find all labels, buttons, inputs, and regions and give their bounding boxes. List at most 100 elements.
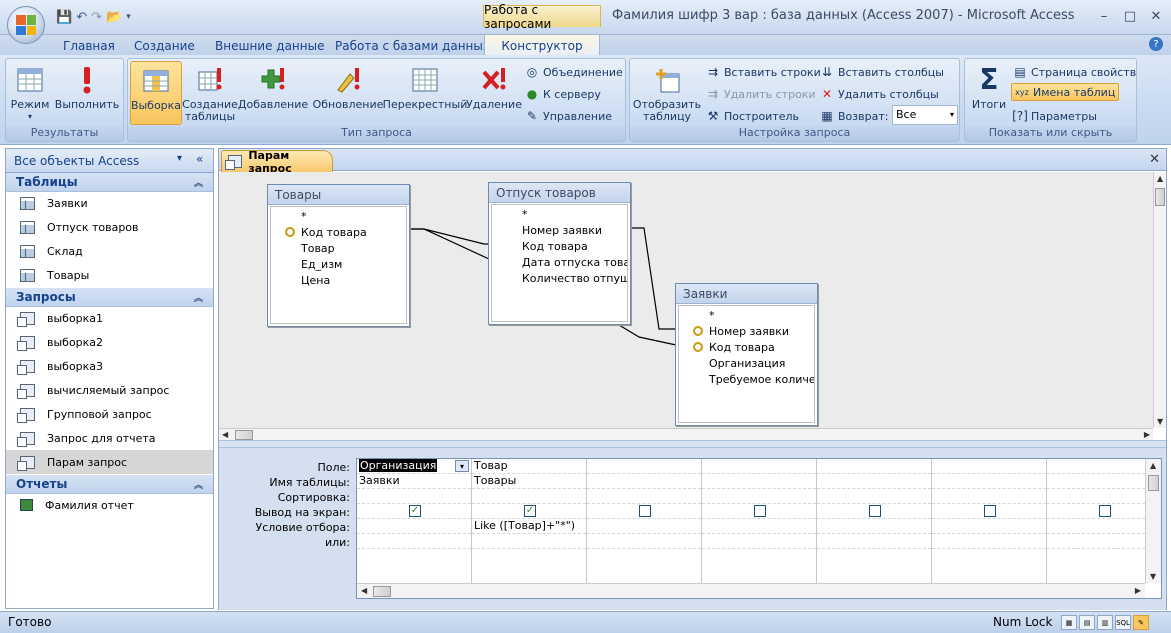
open-icon[interactable]: 📂 (106, 10, 122, 25)
office-button[interactable] (7, 6, 45, 44)
view-button[interactable]: Режим ▾ (10, 65, 50, 123)
help-icon[interactable]: ? (1149, 37, 1163, 51)
chevron-down-icon[interactable]: ▾ (455, 460, 469, 472)
scroll-down-icon[interactable]: ▼ (1150, 572, 1156, 581)
maximize-button[interactable]: □ (1117, 6, 1143, 26)
grid-cell-table[interactable] (587, 474, 701, 489)
nav-section-queries[interactable]: Запросы ︽ (6, 288, 213, 307)
pane-splitter[interactable] (219, 440, 1166, 448)
tab-home[interactable]: Главная (63, 37, 115, 55)
table-box-otpusk-tovarov[interactable]: Отпуск товаров * Номер заявки Код товара… (488, 182, 631, 325)
redo-icon[interactable]: ↷ (91, 10, 102, 25)
show-table-button[interactable]: Отобразить таблицу (633, 65, 701, 123)
nav-item-table[interactable]: Склад (6, 239, 213, 263)
nav-item-query[interactable]: Групповой запрос (6, 402, 213, 426)
field-item[interactable]: Требуемое количес (679, 371, 814, 387)
scroll-thumb[interactable] (1155, 188, 1165, 206)
table-box-title[interactable]: Товары (268, 185, 409, 205)
nav-section-reports[interactable]: Отчеты ︽ (6, 475, 213, 494)
nav-item-query[interactable]: выборка2 (6, 330, 213, 354)
tab-external-data[interactable]: Внешние данные (215, 37, 324, 55)
close-button[interactable]: ✕ (1143, 6, 1169, 26)
delete-rows-button[interactable]: ⇉ Удалить строки (706, 85, 816, 103)
grid-cell-criteria[interactable] (1047, 519, 1145, 534)
field-item[interactable]: Цена (271, 272, 406, 288)
grid-cell-show[interactable] (1047, 504, 1145, 519)
show-checkbox[interactable] (984, 505, 996, 517)
show-checkbox[interactable] (869, 505, 881, 517)
grid-cell-field[interactable] (817, 459, 931, 474)
grid-column[interactable] (932, 459, 1047, 583)
grid-cell-or[interactable] (1047, 534, 1145, 549)
nav-item-query-selected[interactable]: Парам запрос (6, 450, 213, 474)
design-view-icon[interactable]: ✎ (1133, 615, 1149, 630)
undo-icon[interactable]: ↶ (76, 10, 87, 25)
field-item[interactable]: Дата отпуска товара (492, 254, 627, 270)
grid-column[interactable] (1047, 459, 1145, 583)
customize-qat-icon[interactable]: ▾ (126, 12, 131, 22)
grid-cell-sort[interactable] (357, 489, 471, 504)
grid-cell-criteria[interactable] (702, 519, 816, 534)
make-table-button[interactable]: Создание таблицы (182, 65, 238, 123)
grid-cell-criteria[interactable] (357, 519, 471, 534)
nav-item-query[interactable]: выборка3 (6, 354, 213, 378)
tab-database-tools[interactable]: Работа с базами данных (335, 37, 490, 55)
grid-cell-table[interactable]: Товары (472, 474, 586, 489)
scroll-thumb[interactable] (373, 586, 391, 597)
return-select[interactable]: Все ▾ (892, 105, 958, 125)
grid-cell-table[interactable] (702, 474, 816, 489)
scroll-thumb[interactable] (235, 430, 253, 440)
nav-item-report[interactable]: Фамилия отчет (6, 493, 213, 517)
table-box-title[interactable]: Отпуск товаров (489, 183, 630, 203)
grid-cell-or[interactable] (932, 534, 1046, 549)
field-item[interactable]: * (271, 208, 406, 224)
grid-cell-or[interactable] (587, 534, 701, 549)
table-box-zayavki[interactable]: Заявки * Номер заявки Код товара Организ… (675, 283, 818, 426)
grid-cell-show[interactable]: ✓ (357, 504, 471, 519)
grid-column[interactable]: Организация ▾ Заявки ✓ (357, 459, 472, 583)
grid-cell-show[interactable]: ✓ (472, 504, 586, 519)
pivotchart-view-icon[interactable]: ▥ (1097, 615, 1113, 630)
grid-cell-table[interactable] (817, 474, 931, 489)
nav-section-tables[interactable]: Таблицы ︽ (6, 173, 213, 192)
grid-horizontal-scrollbar[interactable]: ◀ ▶ (357, 583, 1145, 598)
run-button[interactable]: Выполнить (54, 65, 120, 111)
append-button[interactable]: Добавление (238, 65, 308, 111)
scroll-right-icon[interactable]: ▶ (1144, 430, 1150, 439)
delete-query-button[interactable]: Удаление (466, 65, 522, 111)
scroll-thumb[interactable] (1148, 475, 1159, 491)
grid-cell-or[interactable] (472, 534, 586, 549)
save-icon[interactable]: 💾 (56, 10, 72, 25)
grid-column[interactable] (702, 459, 817, 583)
builder-button[interactable]: ⚒ Построитель (706, 107, 799, 125)
tab-create[interactable]: Создание (134, 37, 195, 55)
grid-cell-field[interactable] (932, 459, 1046, 474)
grid-cell-field[interactable] (1047, 459, 1145, 474)
field-item[interactable]: Товар (271, 240, 406, 256)
grid-cell-field[interactable]: Организация ▾ (357, 459, 471, 474)
grid-cell-table[interactable] (932, 474, 1046, 489)
data-definition-button[interactable]: ✎ Управление (525, 107, 612, 125)
grid-cell-show[interactable] (587, 504, 701, 519)
grid-cell-show[interactable] (932, 504, 1046, 519)
grid-cell-field[interactable]: Товар (472, 459, 586, 474)
property-sheet-button[interactable]: ▤ Страница свойств (1013, 63, 1136, 81)
field-item[interactable]: * (492, 206, 627, 222)
union-button[interactable]: ◎ Объединение (525, 63, 623, 81)
nav-item-query[interactable]: выборка1 (6, 306, 213, 330)
crosstab-button[interactable]: Перекрестный (383, 65, 467, 111)
grid-cell-sort[interactable] (1047, 489, 1145, 504)
datasheet-view-icon[interactable]: ▦ (1061, 615, 1077, 630)
insert-columns-button[interactable]: ⇊ Вставить столбцы (820, 63, 944, 81)
document-tab[interactable]: Парам запрос (221, 149, 333, 175)
grid-cell-sort[interactable] (817, 489, 931, 504)
passthrough-button[interactable]: ● К серверу (525, 85, 601, 103)
field-item[interactable]: * (679, 307, 814, 323)
key-field-item[interactable]: Код товара (271, 224, 406, 240)
grid-vertical-scrollbar[interactable]: ▲ ▼ (1145, 459, 1161, 583)
parameters-button[interactable]: [?] Параметры (1012, 107, 1097, 125)
show-checkbox[interactable] (639, 505, 651, 517)
select-query-button[interactable]: Выборка (130, 61, 182, 125)
minimize-button[interactable]: – (1091, 6, 1117, 26)
pivottable-view-icon[interactable]: ▤ (1079, 615, 1095, 630)
